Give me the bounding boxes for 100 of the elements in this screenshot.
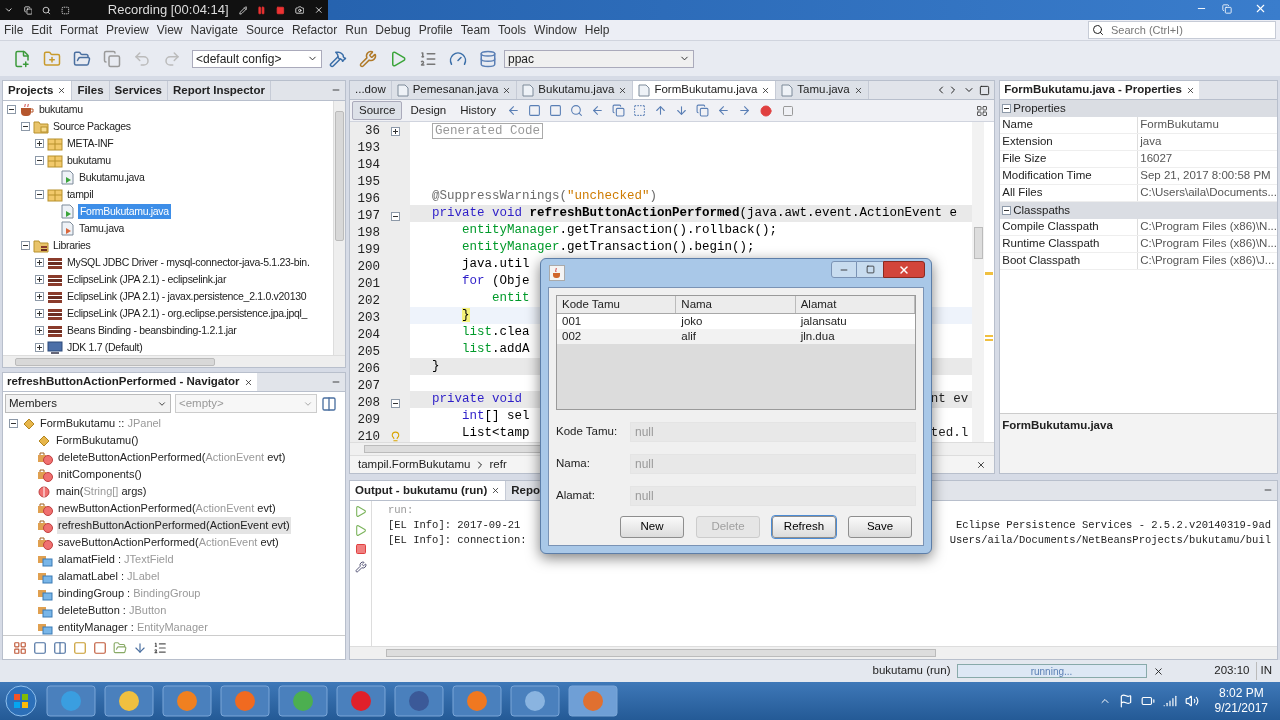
editor-tool-icon[interactable] [654,104,668,117]
editor-tab[interactable]: Bukutamu.java [517,81,634,99]
tree-item[interactable]: EclipseLink (JPA 2.1) - org.eclipse.persistence.jpa.jpql_ [66,305,309,322]
property-value[interactable]: Sep 21, 2017 8:00:58 PM [1138,168,1277,184]
expand-icon[interactable] [35,139,44,148]
config-dropdown[interactable]: <default config> [192,49,322,68]
menu-item[interactable]: Preview [102,21,153,39]
expand-icon[interactable] [35,343,44,352]
collapse-icon[interactable] [21,122,30,131]
editor-tool-icon[interactable] [738,104,752,117]
open-folder-icon[interactable] [73,49,91,68]
menu-item[interactable]: Format [56,21,103,39]
toggle-icon[interactable] [53,640,67,655]
tree-item[interactable]: alamatField : JTextField [57,551,175,568]
sort-icon[interactable] [133,640,147,655]
menu-item[interactable]: File [0,21,28,39]
panel-tab[interactable]: Projects [3,81,73,100]
collapse-icon[interactable] [21,241,30,250]
breadcrumb[interactable]: tampil.FormBukutamu [358,455,471,474]
editor-tool-icon[interactable] [528,104,542,117]
dialog-button[interactable]: New [620,516,684,538]
grid-icon[interactable] [976,104,989,117]
menu-item[interactable]: View [152,21,187,39]
battery-icon[interactable] [1140,694,1155,708]
start-button[interactable] [4,684,38,718]
expand-icon[interactable] [35,275,44,284]
close-icon[interactable] [491,486,501,495]
view-tab[interactable]: History [454,101,503,120]
tree-item[interactable]: deleteButton : JButton [57,602,168,619]
run-icon[interactable] [389,49,407,68]
menu-item[interactable]: Navigate [186,21,242,39]
pause-icon[interactable] [257,4,267,16]
menu-item[interactable]: Refactor [287,21,342,39]
tree-item[interactable]: entityManager : EntityManager [57,619,209,635]
search-field[interactable]: Search (Ctrl+I) [1088,20,1276,39]
cancel-icon[interactable] [1152,665,1164,677]
scrollbar[interactable] [333,101,345,355]
tree-item[interactable]: tampil [66,186,95,203]
editor-tool-icon[interactable] [549,104,563,117]
menu-item[interactable]: Team [456,21,495,39]
maximize-icon[interactable] [979,85,991,96]
tree-item[interactable]: Tamu.java [78,220,126,237]
view-tab[interactable]: Source [352,101,403,120]
zoom-icon[interactable] [42,4,52,16]
toggle-icon[interactable] [33,640,47,655]
profile-icon[interactable] [449,49,467,68]
close-icon[interactable] [57,86,67,95]
menu-item[interactable]: Help [580,21,614,39]
breadcrumb[interactable]: refr [489,455,507,474]
windows-icon[interactable] [23,4,33,16]
menu-item[interactable]: Debug [371,21,415,39]
tree-item[interactable]: alamatLabel : JLabel [57,568,161,585]
collapse-icon[interactable] [35,190,44,199]
collapse-icon[interactable] [390,399,400,408]
tree-item[interactable]: deleteButtonActionPerformed(ActionEvent evt) [57,449,287,466]
close-icon[interactable] [976,459,987,470]
camera-icon[interactable] [294,4,305,16]
tree-item[interactable]: Source Packages [52,118,132,135]
scrollbar[interactable] [350,646,1277,659]
sort-icon[interactable] [153,640,167,655]
menu-item[interactable]: Edit [27,21,57,39]
clock[interactable]: 8:02 PM 9/21/2017 [1206,686,1276,716]
menu-item[interactable]: Profile [414,21,457,39]
menu-item[interactable]: Source [241,21,288,39]
close-button[interactable] [883,261,925,278]
signal-icon[interactable] [1162,694,1177,708]
editor-tab[interactable]: ...dow [350,81,392,99]
property-value[interactable]: C:\Program Files (x86)\J... [1138,253,1277,269]
tree-item[interactable]: saveButtonActionPerformed(ActionEvent evt) [57,534,280,551]
close-icon[interactable] [243,377,253,387]
collapse-icon[interactable] [1002,104,1012,113]
editor-tool-icon[interactable] [633,104,647,117]
expand-icon[interactable] [390,127,400,136]
editor-tool-icon[interactable] [696,104,710,117]
tree-item[interactable]: initComponents() [57,466,143,483]
collapse-icon[interactable] [1002,206,1012,215]
column-header[interactable]: Kode Tamu [557,296,677,313]
editor-tool-icon[interactable] [717,104,731,117]
panel-tab[interactable]: Output - bukutamu (run) [350,481,507,500]
maximize-button[interactable] [857,261,883,278]
members-dropdown[interactable]: Members [5,394,171,413]
volume-icon[interactable] [1184,694,1199,708]
tree-item[interactable]: main(String[] args) [55,483,148,500]
property-value[interactable]: java [1138,134,1277,150]
pencil-icon[interactable] [238,4,248,16]
tree-item[interactable]: Bukutamu.java [78,169,146,186]
dialog-button[interactable]: Save [848,516,912,538]
editor-tool-icon[interactable] [591,104,605,117]
menu-item[interactable]: Tools [494,21,531,39]
tree-item[interactable]: bukutamu [66,152,112,169]
editor-tool-icon[interactable] [612,104,626,117]
close-icon[interactable] [618,85,628,95]
settings-icon[interactable] [354,561,367,573]
close-icon[interactable] [1185,85,1195,95]
hammer-icon[interactable] [329,49,347,68]
filter-icon[interactable] [13,640,27,655]
close-icon[interactable] [761,85,771,95]
tree-item[interactable]: FormBukutamu :: JPanel [40,415,162,432]
expand-icon[interactable] [35,258,44,267]
editor-tab[interactable]: FormBukutamu.java [633,81,777,99]
